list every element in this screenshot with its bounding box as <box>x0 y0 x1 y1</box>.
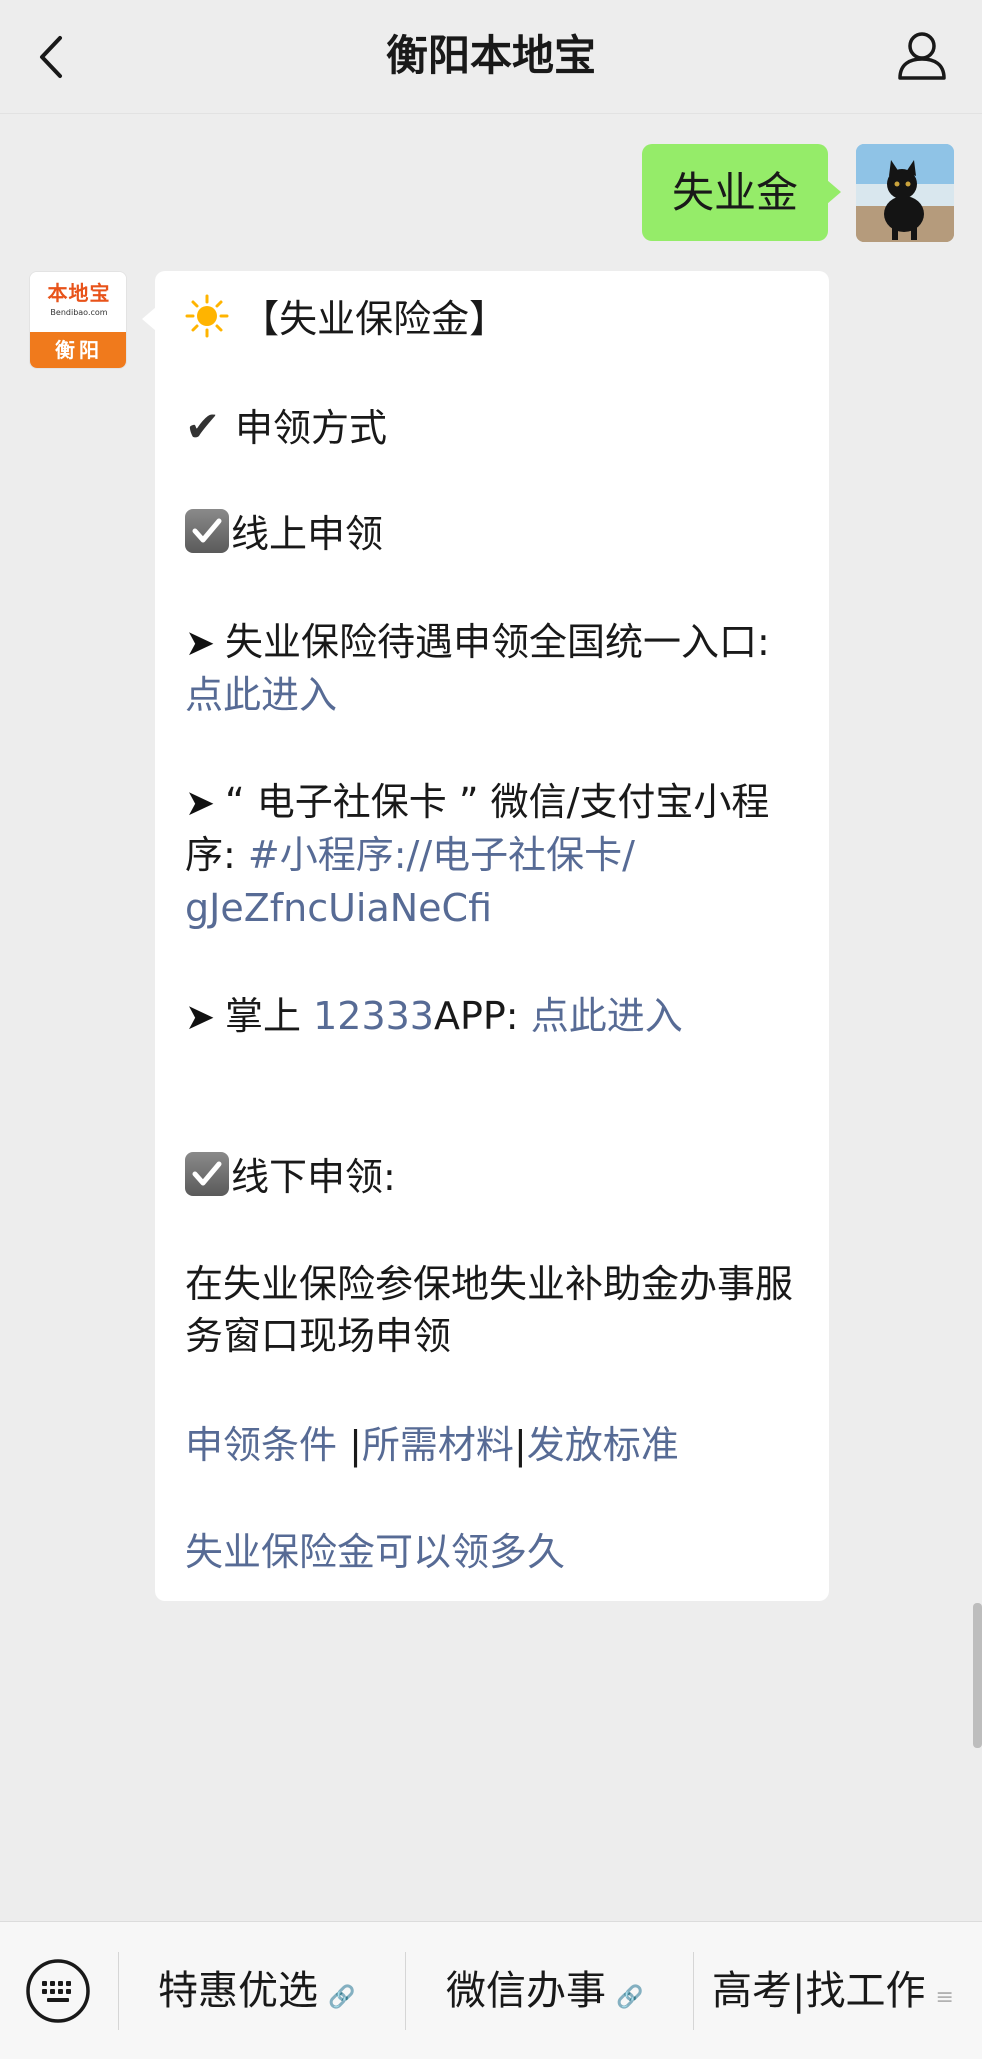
menu-item-label: 特惠优选 <box>158 1968 318 2014</box>
page-title: 衡阳本地宝 <box>385 31 596 80</box>
item3-line: ➤ 掌上 12333APP: 点此进入 <box>185 990 805 1044</box>
offline-text: 在失业保险参保地失业补助金办事服务窗口现场申领 <box>185 1262 794 1358</box>
arrow-icon: ➤ <box>185 997 216 1038</box>
chat-area[interactable]: 失业金 本地宝 Bendibao.com 衡阳 【失业保险金】 ✔ 申领方式 线… <box>0 115 982 1920</box>
menu-divider <box>118 1952 119 2030</box>
checkbox-icon <box>185 509 229 553</box>
menu-item-label: 微信办事 <box>446 1968 606 2014</box>
item3-suffix: APP: <box>433 994 519 1038</box>
item3-prefix: 掌上 <box>225 994 314 1038</box>
item2-link[interactable]: #小程序://电子社保卡/ <box>248 833 635 877</box>
checkmark-icon: ✔ <box>185 402 221 451</box>
item1-text: 失业保险待遇申领全国统一入口: <box>225 620 770 664</box>
navigation-bar: 衡阳本地宝 <box>0 0 982 114</box>
link-conditions[interactable]: 申领条件 <box>185 1423 337 1467</box>
item1-line: ➤ 失业保险待遇申领全国统一入口: <box>185 616 805 670</box>
item2-prefix: “ 电子社保卡 ” 微信/支付宝小程 <box>225 780 770 824</box>
scrollbar[interactable] <box>973 1603 982 1748</box>
keyboard-toggle-button[interactable] <box>25 1958 91 2024</box>
user-message-bubble[interactable]: 失业金 <box>641 144 842 241</box>
offline-title-line: 线下申领: <box>185 1151 805 1203</box>
bot-logo-text: 本地宝 <box>47 281 111 305</box>
related-links-line: 申领条件 |所需材料|发放标准 <box>185 1419 805 1471</box>
item2-line-2: 序: #小程序://电子社保卡/ <box>185 829 805 881</box>
item2-suffix: 序: <box>185 833 236 877</box>
link-icon: 🔗 <box>328 1985 356 2010</box>
reply-section: 申领方式 <box>235 406 388 450</box>
item2-line-3: gJeZfncUiaNeCfi <box>185 882 805 934</box>
bot-message-bubble[interactable]: 【失业保险金】 ✔ 申领方式 线上申领 ➤ 失业保险待遇申领全国统一入口: 点此进入… <box>142 271 829 1601</box>
arrow-icon: ➤ <box>185 623 216 664</box>
menu-item-deals[interactable]: 特惠优选 🔗 <box>158 1922 355 2059</box>
online-title-line: 线上申领 <box>185 508 805 560</box>
menu-icon: ≡ <box>935 1985 954 2010</box>
reply-heading-line: 【失业保险金】 <box>185 293 805 345</box>
bot-logo-domain: Bendibao.com <box>50 308 108 317</box>
reply-heading: 【失业保险金】 <box>241 297 508 341</box>
link-duration[interactable]: 失业保险金可以领多久 <box>185 1530 565 1574</box>
item3-number-link[interactable]: 12333 <box>313 994 434 1038</box>
menu-item-label: 高考|找工作 <box>712 1968 926 2014</box>
link-separator: | <box>513 1423 527 1467</box>
checkbox-icon <box>185 1152 229 1196</box>
online-title: 线上申领 <box>231 512 384 556</box>
link-materials[interactable]: 所需材料 <box>362 1423 514 1467</box>
cat-photo <box>856 144 954 242</box>
keyboard-icon <box>26 1959 90 2023</box>
profile-button[interactable] <box>892 26 952 86</box>
bot-logo: 本地宝 Bendibao.com <box>30 272 126 332</box>
menu-item-wechat-services[interactable]: 微信办事 🔗 <box>446 1922 643 2059</box>
last-link-line: 失业保险金可以领多久 <box>185 1526 805 1578</box>
arrow-icon: ➤ <box>185 783 216 824</box>
reply-section-line: ✔ 申领方式 <box>185 401 805 454</box>
bottom-menu-bar: 特惠优选 🔗 微信办事 🔗 高考|找工作 ≡ <box>0 1921 982 2059</box>
menu-divider <box>693 1952 694 2030</box>
menu-item-exam-jobs[interactable]: 高考|找工作 ≡ <box>712 1922 954 2059</box>
bot-logo-city: 衡阳 <box>30 332 126 368</box>
offline-title: 线下申领: <box>231 1155 396 1199</box>
link-standards[interactable]: 发放标准 <box>527 1423 679 1467</box>
menu-divider <box>405 1952 406 2030</box>
user-avatar[interactable] <box>856 144 954 242</box>
link-icon: 🔗 <box>616 1985 644 2010</box>
person-icon <box>898 32 946 80</box>
bot-avatar[interactable]: 本地宝 Bendibao.com 衡阳 <box>29 271 127 369</box>
item2-link-code[interactable]: gJeZfncUiaNeCfi <box>185 886 492 930</box>
item3-link[interactable]: 点此进入 <box>531 994 683 1038</box>
sun-icon <box>185 294 229 338</box>
item1-link-line: 点此进入 <box>185 669 805 721</box>
link-separator: | <box>349 1423 362 1467</box>
item1-link[interactable]: 点此进入 <box>185 673 337 717</box>
item2-line: ➤ “ 电子社保卡 ” 微信/支付宝小程 <box>185 776 805 830</box>
